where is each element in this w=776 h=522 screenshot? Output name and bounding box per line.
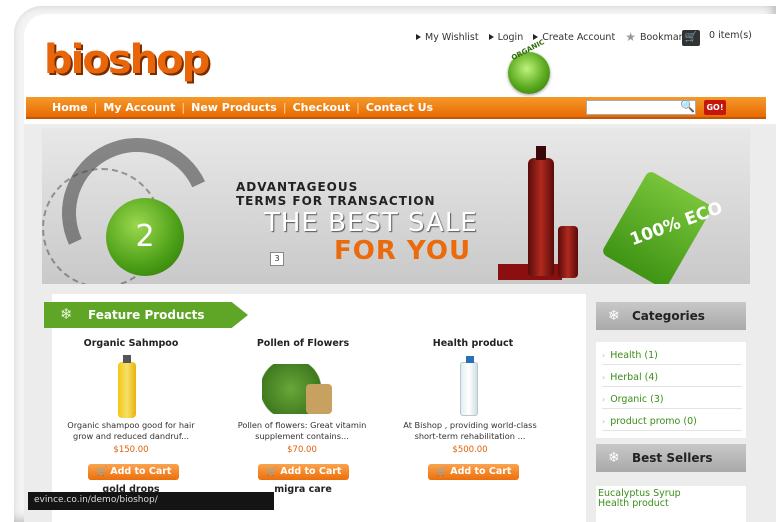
bottle-image bbox=[558, 226, 578, 278]
product-card: Health product bbox=[398, 338, 548, 349]
product-description: Pollen of flowers: Great vitamin supplem… bbox=[237, 420, 367, 441]
product-price: $500.00 bbox=[452, 445, 488, 456]
add-to-cart-button[interactable]: 🛒 Add to Cart bbox=[88, 464, 180, 480]
browser-status-url: evince.co.in/demo/bioshop/ bbox=[28, 492, 274, 510]
nav-checkout[interactable]: Checkout bbox=[293, 101, 351, 114]
banner-line-1: ADVANTAGEOUS bbox=[236, 180, 359, 194]
category-item[interactable]: › product promo (0) bbox=[602, 416, 742, 431]
promo-banner[interactable]: 2 ADVANTAGEOUS TERMS FOR TRANSACTION THE… bbox=[42, 128, 750, 284]
login-link[interactable]: Login bbox=[488, 30, 523, 44]
nav-separator: | bbox=[93, 101, 98, 114]
star-icon: ★ bbox=[625, 30, 636, 44]
product-description: Organic shampoo good for hair grow and r… bbox=[67, 420, 195, 441]
nav-separator: | bbox=[282, 101, 287, 114]
nav-new-products[interactable]: New Products bbox=[191, 101, 277, 114]
snowflake-icon: ❄ bbox=[608, 450, 620, 466]
best-sellers-list: Eucalyptus Syrup Health product bbox=[596, 486, 746, 522]
product-details: Organic shampoo good for hair grow and r… bbox=[56, 420, 206, 455]
cart-icon: 🛒 bbox=[266, 467, 278, 477]
product-card: Organic Sahmpoo bbox=[60, 338, 202, 349]
slide-number-badge: 2 bbox=[106, 198, 184, 276]
bottle-image bbox=[528, 146, 554, 276]
nav-my-account[interactable]: My Account bbox=[103, 101, 175, 114]
snowflake-icon: ❄ bbox=[608, 308, 620, 324]
search-go-button[interactable]: GO! bbox=[704, 100, 726, 115]
product-name[interactable]: Organic Sahmpoo bbox=[60, 338, 202, 349]
nav-home[interactable]: Home bbox=[52, 101, 88, 114]
banner-subheadline: FOR YOU bbox=[334, 236, 472, 266]
add-to-cart-button[interactable]: 🛒 Add to Cart bbox=[428, 464, 520, 480]
product-description: At Bishop , providing world-class short-… bbox=[403, 420, 537, 441]
product-name[interactable]: Health product bbox=[398, 338, 548, 349]
wishlist-link[interactable]: My Wishlist bbox=[416, 30, 479, 44]
snowflake-icon: ❄ bbox=[60, 305, 73, 323]
create-account-link[interactable]: Create Account bbox=[533, 30, 615, 44]
best-sellers-title: Best Sellers bbox=[632, 451, 713, 465]
nav-contact-us[interactable]: Contact Us bbox=[366, 101, 433, 114]
product-price: $70.00 bbox=[287, 445, 317, 456]
product-card: Pollen of Flowers bbox=[228, 338, 378, 349]
triangle-icon bbox=[488, 34, 494, 40]
categories-list: › Health (1) › Herbal (4) › Organic (3) › pr… bbox=[596, 342, 746, 438]
cart-icon: 🛒 bbox=[436, 467, 448, 477]
cart-icon: 🛒 bbox=[96, 467, 108, 477]
product-image[interactable] bbox=[118, 355, 136, 418]
product-name[interactable]: Pollen of Flowers bbox=[228, 338, 378, 349]
best-seller-item[interactable]: Health product bbox=[598, 498, 669, 509]
product-image[interactable] bbox=[262, 364, 334, 414]
cart-count[interactable]: 0 item(s) bbox=[709, 30, 752, 41]
triangle-icon bbox=[416, 34, 421, 40]
product-price: $150.00 bbox=[113, 445, 149, 456]
categories-header: ❄ Categories bbox=[596, 302, 746, 330]
top-links: My Wishlist Login Create Account ★ Bookma… bbox=[416, 30, 688, 44]
category-item[interactable]: › Health (1) bbox=[602, 350, 742, 365]
nav-separator: | bbox=[181, 101, 186, 114]
product-details: At Bishop , providing world-class short-… bbox=[390, 420, 550, 455]
search-icon[interactable]: 🔍 bbox=[680, 99, 695, 113]
feature-products-title: Feature Products bbox=[88, 308, 205, 322]
main-nav: Home | My Account | New Products | Checkout… bbox=[26, 97, 766, 119]
banner-headline: THE BEST SALE bbox=[264, 208, 478, 238]
product-details: Pollen of flowers: Great vitamin supplem… bbox=[222, 420, 382, 455]
category-item[interactable]: › Organic (3) bbox=[602, 394, 742, 409]
slide-pager-button[interactable]: 3 bbox=[270, 252, 284, 266]
feature-products-header: ❄ Feature Products bbox=[44, 302, 248, 328]
best-sellers-header: ❄ Best Sellers bbox=[596, 444, 746, 472]
bookmark-link[interactable]: ★ Bookmark bbox=[625, 30, 688, 44]
category-item[interactable]: › Herbal (4) bbox=[602, 372, 742, 387]
cart-icon[interactable]: 🛒 bbox=[682, 30, 700, 46]
add-to-cart-button[interactable]: 🛒 Add to Cart bbox=[258, 464, 350, 480]
nav-separator: | bbox=[356, 101, 360, 114]
arrow-icon: › bbox=[602, 351, 606, 360]
arrow-icon: › bbox=[602, 417, 606, 426]
site-logo[interactable]: bioshop bbox=[44, 40, 210, 80]
arrow-icon: › bbox=[602, 373, 606, 382]
banner-line-2: TERMS FOR TRANSACTION bbox=[236, 194, 436, 208]
categories-title: Categories bbox=[632, 309, 705, 323]
arrow-icon: › bbox=[602, 395, 606, 404]
triangle-icon bbox=[533, 34, 539, 40]
product-image[interactable] bbox=[460, 356, 478, 416]
